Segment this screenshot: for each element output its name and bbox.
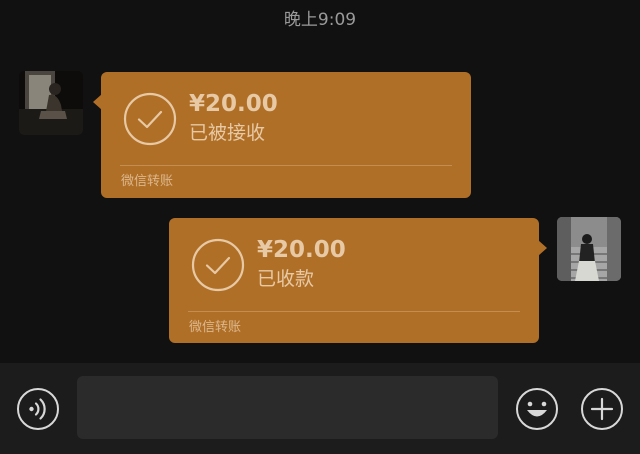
- transfer-amount: ¥20.00: [257, 237, 346, 263]
- transfer-status: 已收款: [257, 268, 315, 290]
- check-circle-icon: [191, 238, 245, 292]
- self-avatar[interactable]: [557, 217, 621, 281]
- check-circle-icon: [123, 92, 177, 146]
- bubble-divider: [188, 311, 520, 312]
- transfer-caption: 微信转账: [121, 174, 174, 189]
- voice-icon: [17, 388, 59, 430]
- transfer-amount: ¥20.00: [189, 91, 278, 117]
- transfer-status: 已被接收: [189, 122, 266, 144]
- message-input[interactable]: [77, 376, 498, 439]
- chat-timestamp: 晚上9:09: [283, 10, 357, 30]
- transfer-message-received[interactable]: ¥20.00 已被接收 微信转账: [93, 72, 471, 198]
- voice-input-button[interactable]: [16, 387, 60, 431]
- contact-avatar[interactable]: [19, 71, 83, 135]
- self-avatar-image: [557, 217, 621, 281]
- more-options-button[interactable]: [580, 387, 624, 431]
- emoji-button[interactable]: [515, 387, 559, 431]
- chat-input-bar: [0, 363, 640, 454]
- bubble-divider: [120, 165, 452, 166]
- contact-avatar-image: [19, 71, 83, 135]
- transfer-message-collected[interactable]: ¥20.00 已收款 微信转账: [169, 218, 547, 343]
- plus-icon: [581, 388, 623, 430]
- transfer-caption: 微信转账: [189, 320, 242, 335]
- emoji-icon: [516, 388, 558, 430]
